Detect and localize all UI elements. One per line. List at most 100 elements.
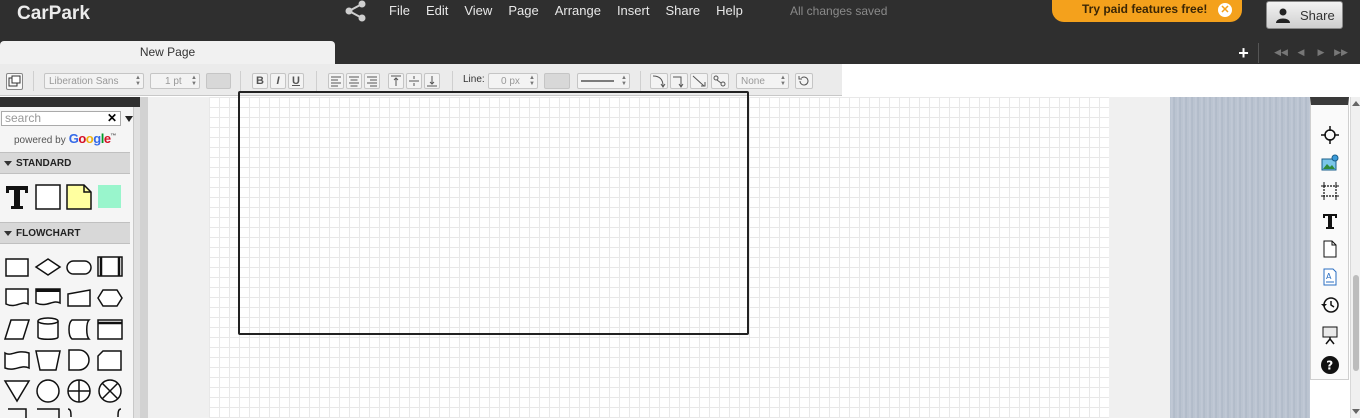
- share-graph-icon[interactable]: [343, 0, 369, 22]
- collapse-panels-icon[interactable]: [6, 73, 23, 90]
- menu-help[interactable]: Help: [708, 4, 751, 18]
- section-standard-label: STANDARD: [16, 158, 72, 169]
- italic-button[interactable]: I: [270, 73, 286, 89]
- multi-document-shape-icon[interactable]: [34, 284, 62, 312]
- share-button[interactable]: Share: [1266, 1, 1343, 29]
- merge-shape-icon[interactable]: [3, 377, 31, 405]
- align-right-icon[interactable]: [364, 73, 380, 89]
- font-family-value: Liberation Sans: [49, 76, 119, 87]
- right-tool-strip: A ?: [1310, 97, 1349, 380]
- diagram-rectangle-shape[interactable]: [238, 91, 749, 335]
- vertical-scrollbar[interactable]: [1350, 97, 1360, 418]
- diagram-page[interactable]: [209, 91, 1109, 418]
- menu-arrange[interactable]: Arrange: [547, 4, 609, 18]
- connector-elbow-icon[interactable]: [670, 73, 688, 89]
- underline-button[interactable]: U: [288, 73, 304, 89]
- menu-view[interactable]: View: [456, 4, 500, 18]
- add-page-icon[interactable]: +: [1229, 42, 1259, 63]
- menu-file[interactable]: File: [381, 4, 418, 18]
- menu-edit[interactable]: Edit: [418, 4, 456, 18]
- presentation-icon[interactable]: [1320, 325, 1340, 345]
- prev-page-icon[interactable]: ◀: [1291, 47, 1311, 58]
- text-shape-icon[interactable]: [3, 183, 31, 211]
- decision-shape-icon[interactable]: [34, 253, 62, 281]
- document-shape-icon[interactable]: [3, 284, 31, 312]
- history-icon[interactable]: [1320, 295, 1340, 315]
- rotate-icon[interactable]: [795, 73, 813, 89]
- image-icon[interactable]: [1320, 153, 1340, 173]
- select-arrows-icon: ▲ ▼: [621, 75, 627, 87]
- align-left-icon[interactable]: [328, 73, 344, 89]
- line-color-swatch[interactable]: [544, 73, 570, 89]
- valign-bottom-icon[interactable]: [424, 73, 440, 89]
- internal-storage-shape-icon[interactable]: [96, 315, 124, 343]
- sort-shape-icon[interactable]: [34, 406, 62, 418]
- shape-search-input[interactable]: search ✕: [1, 111, 121, 126]
- or-shape-icon[interactable]: [65, 377, 93, 405]
- section-standard[interactable]: STANDARD: [0, 152, 130, 174]
- last-page-icon[interactable]: ▶▶: [1331, 47, 1351, 58]
- scroll-up-icon[interactable]: [1352, 101, 1360, 106]
- terminator-shape-icon[interactable]: [65, 253, 93, 281]
- next-page-icon[interactable]: ▶: [1311, 47, 1331, 58]
- close-icon[interactable]: ✕: [1216, 1, 1234, 19]
- brace-shape-icon[interactable]: [96, 406, 124, 418]
- section-flowchart-label: FLOWCHART: [16, 228, 81, 239]
- text-document-icon[interactable]: A: [1320, 267, 1340, 287]
- canvas-area[interactable]: [148, 91, 1170, 418]
- stored-data-shape-icon[interactable]: [65, 315, 93, 343]
- off-page-shape-icon[interactable]: [3, 406, 31, 418]
- scroll-down-icon[interactable]: [1352, 409, 1360, 414]
- menu-insert[interactable]: Insert: [609, 4, 658, 18]
- delay-shape-icon[interactable]: [65, 346, 93, 374]
- process-shape-icon[interactable]: [3, 253, 31, 281]
- first-page-icon[interactable]: ◀◀: [1271, 47, 1291, 58]
- line-width-value: 0 px: [501, 76, 520, 87]
- align-center-icon[interactable]: [346, 73, 362, 89]
- shape-library-panel: search ✕ powered by Google™ STANDARD FLO…: [0, 97, 140, 418]
- rectangle-shape-icon[interactable]: [34, 183, 62, 211]
- scrollbar-thumb[interactable]: [1353, 275, 1359, 371]
- page-icon[interactable]: [1320, 239, 1340, 259]
- valign-top-icon[interactable]: [388, 73, 404, 89]
- text-icon[interactable]: [1320, 211, 1340, 231]
- clear-search-icon[interactable]: ✕: [107, 112, 117, 125]
- predefined-process-shape-icon[interactable]: [96, 253, 124, 281]
- bold-button[interactable]: B: [252, 73, 268, 89]
- promo-banner[interactable]: Try paid features free!: [1052, 0, 1242, 22]
- database-shape-icon[interactable]: [34, 315, 62, 343]
- valign-middle-icon[interactable]: [406, 73, 422, 89]
- line-width-input[interactable]: 0 px ▲ ▼: [488, 73, 538, 89]
- font-size-input[interactable]: 1 pt ▲ ▼: [150, 73, 200, 89]
- arrow-end-select[interactable]: None ▲ ▼: [736, 73, 789, 89]
- manual-input-shape-icon[interactable]: [65, 284, 93, 312]
- connector-curved-icon[interactable]: [650, 73, 668, 89]
- panel-splitter[interactable]: [140, 97, 148, 418]
- resize-page-icon[interactable]: [1320, 181, 1340, 201]
- note-shape-icon[interactable]: [65, 183, 93, 211]
- annotation-shape-icon[interactable]: [65, 406, 93, 418]
- menu-page[interactable]: Page: [500, 4, 546, 18]
- crosshair-icon[interactable]: [1320, 125, 1340, 145]
- tab-new-page[interactable]: New Page: [0, 41, 335, 64]
- card-shape-icon[interactable]: [96, 346, 124, 374]
- line-label: Line:: [463, 74, 485, 85]
- line-style-select[interactable]: ▲ ▼: [577, 73, 630, 89]
- font-color-swatch[interactable]: [206, 73, 231, 89]
- manual-operation-shape-icon[interactable]: [34, 346, 62, 374]
- panel-scrollbar[interactable]: [133, 107, 140, 418]
- punched-tape-shape-icon[interactable]: [3, 346, 31, 374]
- waypoints-icon[interactable]: [711, 73, 729, 89]
- menu-share[interactable]: Share: [657, 4, 708, 18]
- section-flowchart[interactable]: FLOWCHART: [0, 222, 130, 244]
- color-block-shape-icon[interactable]: [96, 183, 124, 211]
- collapse-triangle-icon: [4, 231, 12, 236]
- help-icon[interactable]: ?: [1320, 355, 1340, 375]
- preparation-shape-icon[interactable]: [96, 284, 124, 312]
- connector-shape-icon[interactable]: [34, 377, 62, 405]
- summing-junction-shape-icon[interactable]: [96, 377, 124, 405]
- connector-straight-icon[interactable]: [690, 73, 708, 89]
- font-family-select[interactable]: Liberation Sans ▲ ▼: [44, 73, 144, 89]
- data-shape-icon[interactable]: [3, 315, 31, 343]
- document-title[interactable]: CarPark: [17, 3, 90, 25]
